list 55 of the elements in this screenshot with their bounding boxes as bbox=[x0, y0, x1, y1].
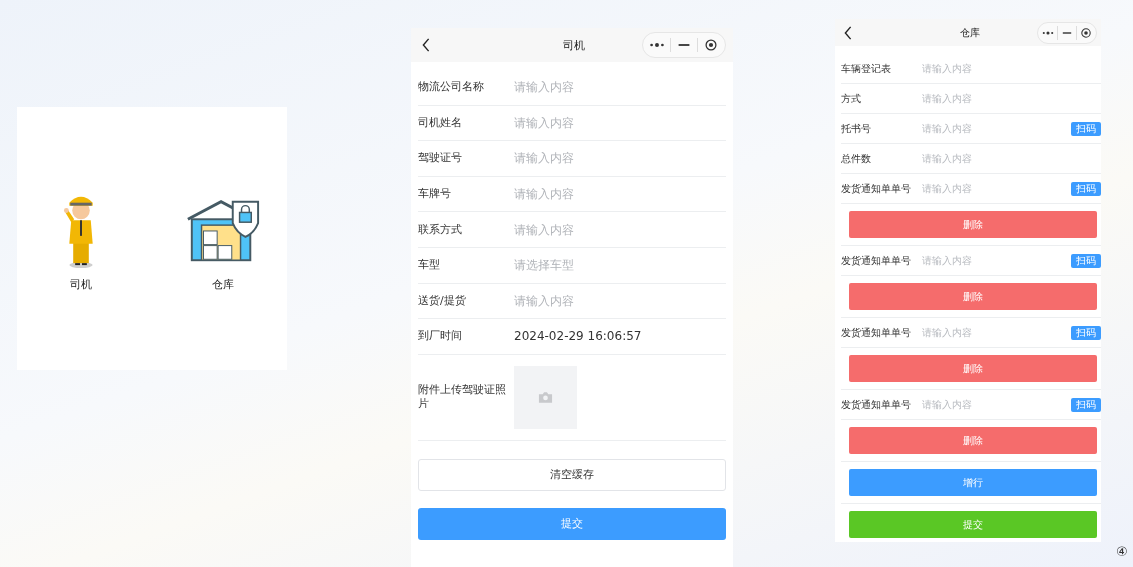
nav-tile[interactable]: 司机 bbox=[33, 191, 129, 292]
input-field[interactable]: 请输入内容 bbox=[922, 93, 1101, 104]
page-number: ④ bbox=[1116, 544, 1128, 559]
field-label: 到厂时间 bbox=[418, 329, 463, 344]
input-field[interactable]: 请输入内容 bbox=[514, 115, 726, 130]
scan-button[interactable]: 扫码 bbox=[1071, 181, 1101, 196]
scan-button[interactable]: 扫码 bbox=[1071, 397, 1101, 412]
select-field[interactable]: 请选择车型 bbox=[514, 258, 726, 273]
clear-button[interactable]: 清空缓存 bbox=[418, 458, 726, 491]
add-row-button[interactable]: 增行 bbox=[849, 469, 1097, 496]
input-field[interactable]: 请输入内容 bbox=[514, 293, 726, 308]
field-label: 驾驶证号 bbox=[418, 151, 463, 166]
back-icon[interactable] bbox=[843, 25, 853, 40]
input-field[interactable]: 请输入内容 bbox=[922, 153, 1101, 164]
scan-button[interactable]: 扫码 bbox=[1071, 325, 1101, 340]
field-label: 车型 bbox=[418, 258, 441, 273]
back-icon[interactable] bbox=[421, 38, 431, 52]
field-label: 车牌号 bbox=[418, 186, 452, 202]
field-label: 物流公司名称 bbox=[418, 80, 485, 95]
delete-button[interactable]: 删除 bbox=[849, 283, 1097, 310]
input-field[interactable]: 请输入内容 bbox=[514, 80, 726, 95]
input-field[interactable]: 请输入内容 bbox=[922, 327, 1071, 338]
input-field[interactable]: 请输入内容 bbox=[514, 187, 726, 202]
close-icon[interactable] bbox=[1079, 26, 1093, 39]
field-label: 送货/提货 bbox=[418, 293, 467, 308]
input-field[interactable]: 请输入内容 bbox=[922, 255, 1071, 266]
field-label: 联系方式 bbox=[418, 222, 463, 237]
scan-button[interactable]: 扫码 bbox=[1071, 121, 1101, 136]
field-label: 车辆登记表 bbox=[841, 61, 892, 76]
scan-button[interactable]: 扫码 bbox=[1071, 253, 1101, 268]
input-field[interactable]: 请输入内容 bbox=[922, 399, 1071, 410]
camera-icon bbox=[538, 391, 553, 404]
page-title: 司机 bbox=[562, 37, 585, 53]
field-label: 总件数 bbox=[841, 151, 872, 166]
page-title: 仓库 bbox=[960, 25, 980, 40]
input-field[interactable]: 2024-02-29 16:06:57 bbox=[514, 329, 726, 344]
input-field[interactable]: 请输入内容 bbox=[922, 63, 1101, 74]
field-label: 发货通知单单号 bbox=[841, 181, 912, 196]
delete-button[interactable]: 删除 bbox=[849, 427, 1097, 454]
nav-tile[interactable]: 仓库 bbox=[175, 191, 271, 292]
field-label: 托书号 bbox=[841, 121, 872, 136]
input-field[interactable]: 请输入内容 bbox=[922, 123, 1071, 134]
input-field[interactable]: 请输入内容 bbox=[922, 183, 1071, 194]
field-label: 司机姓名 bbox=[418, 115, 463, 131]
field-label: 发货通知单单号 bbox=[841, 253, 912, 268]
submit-button[interactable]: 提交 bbox=[418, 507, 726, 540]
delete-button[interactable]: 删除 bbox=[849, 355, 1097, 382]
submit-button[interactable]: 提交 bbox=[849, 511, 1097, 538]
input-field[interactable]: 请输入内容 bbox=[514, 151, 726, 166]
field-label: 发货通知单单号 bbox=[841, 397, 912, 412]
field-label: 发货通知单单号 bbox=[841, 325, 912, 340]
input-field[interactable]: 请输入内容 bbox=[514, 222, 726, 237]
field-label: 附件上传驾驶证照片 bbox=[418, 382, 507, 412]
field-label: 方式 bbox=[841, 91, 862, 106]
delete-button[interactable]: 删除 bbox=[849, 211, 1097, 238]
